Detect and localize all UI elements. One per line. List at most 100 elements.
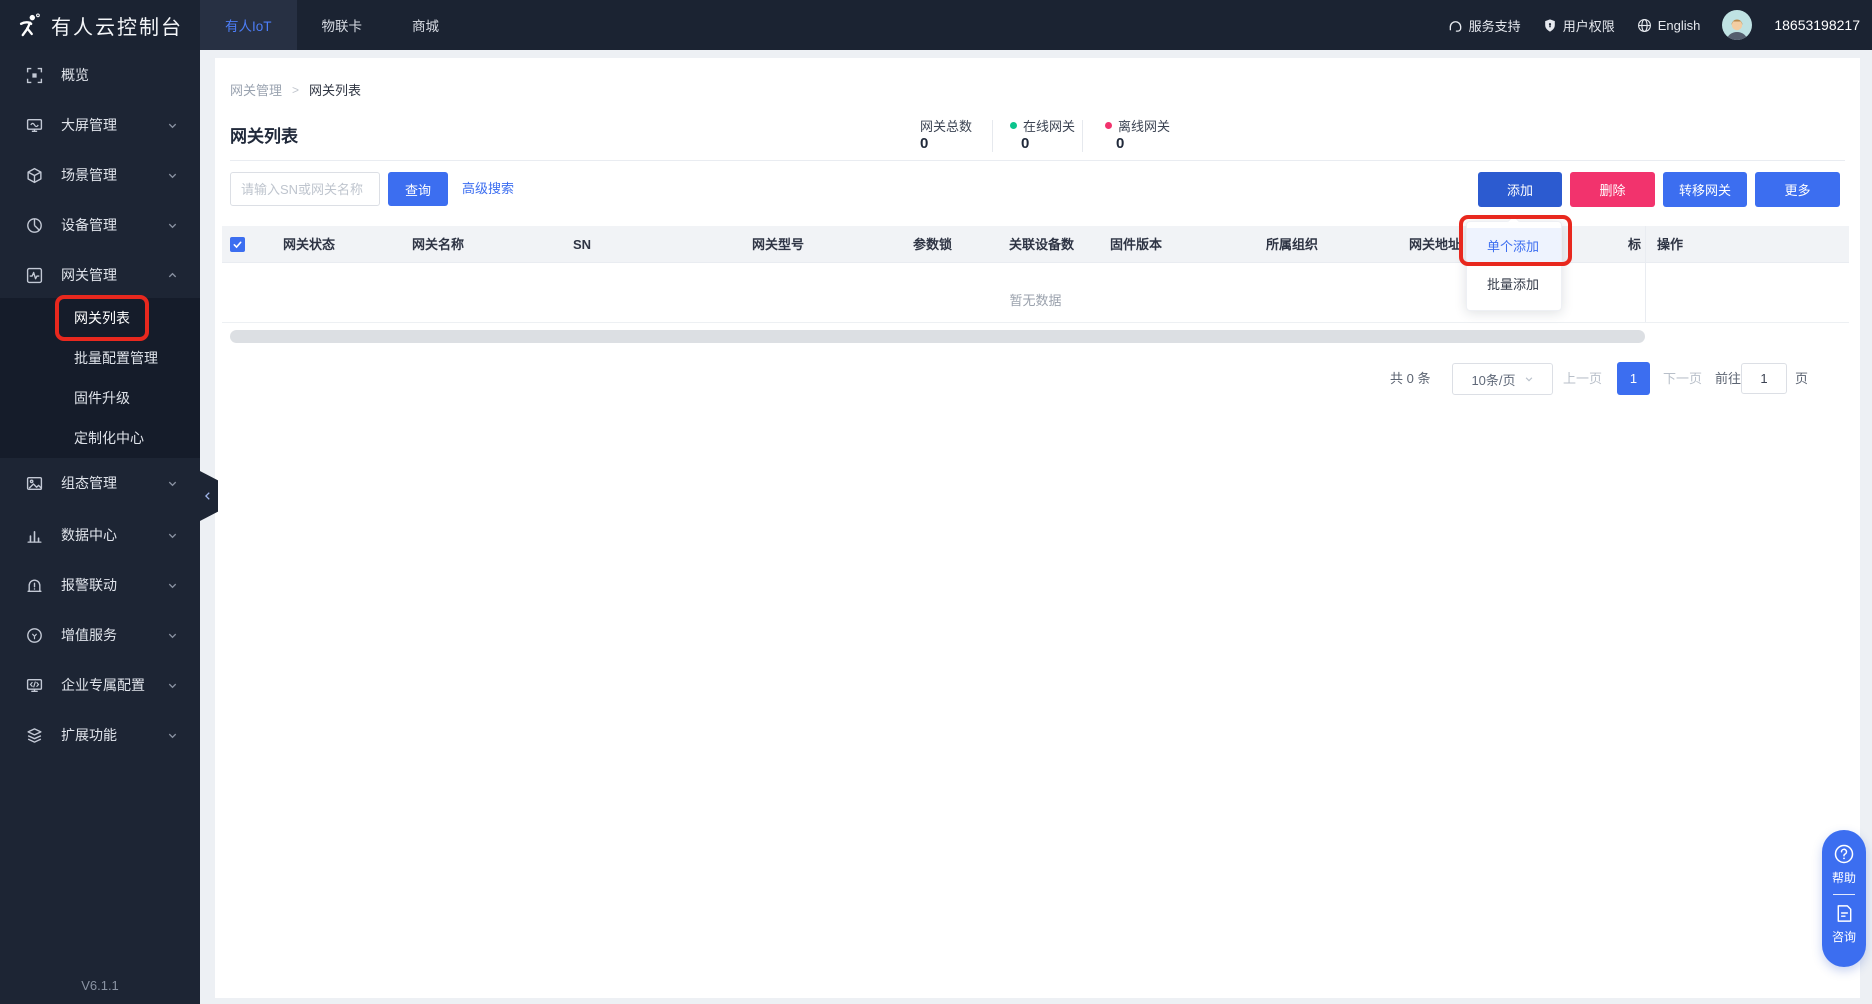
delete-button[interactable]: 删除 bbox=[1570, 172, 1655, 207]
page-size-select[interactable]: 10条/页 bbox=[1452, 363, 1553, 395]
submenu-item-customization-center[interactable]: 定制化中心 bbox=[0, 418, 200, 458]
topbar: 有人云控制台 有人IoT 物联卡 商城 服务支持 用户权限 English 18… bbox=[0, 0, 1872, 50]
main-content: 网关管理 > 网关列表 网关列表 网关总数 0 在线网关 0 离线网关 0 查询… bbox=[215, 58, 1860, 998]
submenu-item-batch-config[interactable]: 批量配置管理 bbox=[0, 338, 200, 378]
breadcrumb-separator: > bbox=[292, 82, 300, 97]
brand-logo-icon bbox=[16, 12, 43, 39]
help-button[interactable]: 帮助 bbox=[1832, 869, 1856, 886]
service-support-link[interactable]: 服务支持 bbox=[1448, 16, 1521, 35]
submenu-item-firmware-upgrade[interactable]: 固件升级 bbox=[0, 378, 200, 418]
col-gateway-status: 网关状态 bbox=[283, 237, 336, 252]
sidebar-item-overview[interactable]: 概览 bbox=[0, 50, 200, 100]
topbar-right: 服务支持 用户权限 English 18653198217 bbox=[1448, 0, 1860, 50]
avatar[interactable] bbox=[1722, 10, 1753, 40]
select-all-checkbox[interactable] bbox=[230, 237, 245, 252]
language-switch[interactable]: English bbox=[1637, 18, 1700, 33]
sidebar-item-screen-mgmt[interactable]: 大屏管理 bbox=[0, 100, 200, 150]
goto-unit-label: 页 bbox=[1795, 371, 1809, 386]
add-button[interactable]: 添加 bbox=[1478, 172, 1562, 207]
value-service-icon bbox=[27, 627, 42, 643]
search-input[interactable] bbox=[230, 172, 380, 206]
col-gateway-address: 网关地址 bbox=[1409, 237, 1462, 252]
prev-page-button[interactable]: 上一页 bbox=[1563, 362, 1602, 395]
stats-divider bbox=[992, 120, 993, 152]
stat-offline-label: 离线网关 bbox=[1105, 116, 1170, 135]
col-gateway-name: 网关名称 bbox=[412, 237, 465, 252]
stat-online-label: 在线网关 bbox=[1010, 116, 1075, 135]
globe-icon bbox=[1637, 18, 1652, 33]
advanced-search-link[interactable]: 高级搜索 bbox=[462, 172, 514, 206]
chevron-down-icon bbox=[168, 173, 177, 178]
chevron-down-icon bbox=[168, 533, 177, 538]
account-phone[interactable]: 18653198217 bbox=[1774, 17, 1860, 33]
chevron-down-icon bbox=[168, 733, 177, 738]
stat-total-label: 网关总数 bbox=[920, 119, 973, 134]
pie-chart-icon bbox=[27, 217, 42, 233]
stat-offline-value: 0 bbox=[1116, 135, 1125, 152]
col-firmware-version: 固件版本 bbox=[1110, 237, 1163, 252]
breadcrumb-gateway-mgmt[interactable]: 网关管理 bbox=[230, 80, 282, 99]
sidebar-item-data-center[interactable]: 数据中心 bbox=[0, 510, 200, 560]
chevron-down-icon bbox=[168, 683, 177, 688]
sidebar-item-configuration-mgmt[interactable]: 组态管理 bbox=[0, 458, 200, 508]
shield-icon bbox=[1543, 18, 1557, 33]
chevron-down-icon bbox=[168, 583, 177, 588]
horizontal-scrollbar[interactable] bbox=[230, 330, 1645, 343]
top-tabs: 有人IoT 物联卡 商城 bbox=[200, 0, 464, 50]
page-number-1[interactable]: 1 bbox=[1617, 362, 1650, 395]
logo: 有人云控制台 bbox=[0, 11, 200, 40]
query-button[interactable]: 查询 bbox=[388, 172, 448, 206]
sidebar-item-device-mgmt[interactable]: 设备管理 bbox=[0, 200, 200, 250]
tab-mall[interactable]: 商城 bbox=[387, 0, 464, 50]
image-icon bbox=[26, 476, 43, 490]
title-divider bbox=[230, 160, 1845, 161]
col-organization: 所属组织 bbox=[1266, 237, 1319, 252]
sidebar-item-value-added-services[interactable]: 增值服务 bbox=[0, 610, 200, 660]
breadcrumb: 网关管理 > 网关列表 bbox=[230, 80, 361, 99]
gateway-icon bbox=[26, 267, 43, 283]
online-dot bbox=[1010, 122, 1017, 129]
col-actions: 操作 bbox=[1657, 237, 1684, 252]
sidebar-item-gateway-mgmt[interactable]: 网关管理 bbox=[0, 250, 200, 300]
sidebar-item-enterprise-config[interactable]: 企业专属配置 bbox=[0, 660, 200, 710]
sidebar-item-scene-mgmt[interactable]: 场景管理 bbox=[0, 150, 200, 200]
monitor-code-icon bbox=[26, 678, 43, 692]
version-label: V6.1.1 bbox=[81, 978, 119, 993]
col-linked-devices: 关联设备数 bbox=[1009, 237, 1075, 252]
more-button[interactable]: 更多 bbox=[1755, 172, 1840, 207]
menu-item-single-add[interactable]: 单个添加 bbox=[1467, 228, 1561, 266]
table-empty-row: 暂无数据 bbox=[222, 263, 1849, 323]
chevron-down-icon bbox=[168, 123, 177, 128]
menu-item-batch-add[interactable]: 批量添加 bbox=[1467, 266, 1561, 304]
submenu-item-gateway-list[interactable]: 网关列表 bbox=[0, 298, 200, 338]
stat-total-value: 0 bbox=[920, 135, 929, 152]
offline-dot bbox=[1105, 122, 1112, 129]
headset-icon bbox=[1448, 18, 1463, 33]
goto-page-input[interactable] bbox=[1741, 363, 1787, 394]
chevron-down-icon bbox=[1525, 377, 1532, 382]
sidebar: 概览 大屏管理 场景管理 设备管理 网关管理 网关列表 批量配置管理 固件升级 … bbox=[0, 50, 200, 1004]
tab-youren-iot[interactable]: 有人IoT bbox=[200, 0, 297, 50]
sidebar-item-alarm-linkage[interactable]: 报警联动 bbox=[0, 560, 200, 610]
chevron-down-icon bbox=[168, 223, 177, 228]
document-icon[interactable] bbox=[1834, 903, 1855, 924]
chevron-down-icon bbox=[168, 633, 177, 638]
transfer-gateway-button[interactable]: 转移网关 bbox=[1663, 172, 1747, 207]
consult-button[interactable]: 咨询 bbox=[1832, 928, 1856, 945]
overview-icon bbox=[26, 67, 43, 83]
layers-icon bbox=[27, 727, 42, 743]
stat-online-value: 0 bbox=[1021, 135, 1030, 152]
next-page-button[interactable]: 下一页 bbox=[1663, 362, 1702, 395]
question-circle-icon[interactable] bbox=[1833, 843, 1855, 865]
sidebar-item-extensions[interactable]: 扩展功能 bbox=[0, 710, 200, 760]
stats-divider bbox=[1082, 120, 1083, 152]
pagination-total: 共 0 条 bbox=[1390, 371, 1431, 386]
tab-sim-card[interactable]: 物联卡 bbox=[297, 0, 388, 50]
empty-state-text: 暂无数据 bbox=[1009, 293, 1062, 308]
col-tag-truncated: 标 bbox=[1628, 237, 1642, 252]
col-gateway-model: 网关型号 bbox=[752, 237, 805, 252]
user-permission-link[interactable]: 用户权限 bbox=[1543, 16, 1615, 35]
cube-icon bbox=[27, 167, 42, 183]
chevron-down-icon bbox=[168, 481, 177, 486]
alarm-icon bbox=[27, 579, 42, 592]
